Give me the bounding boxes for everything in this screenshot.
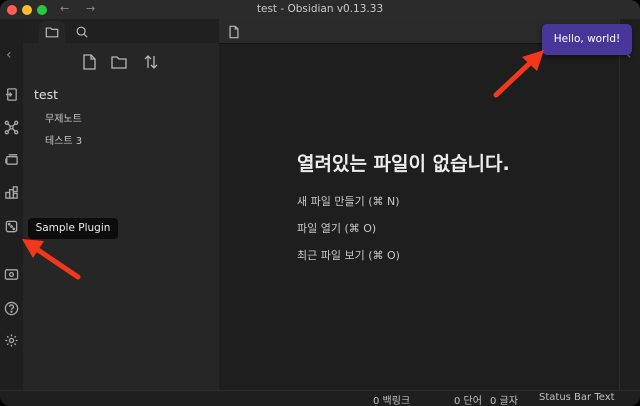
create-new-file-link[interactable]: 새 파일 만들기 (⌘ N) [297,193,400,209]
word-count: 0 단어 [454,396,482,406]
collapse-left-sidebar-icon[interactable]: ‹ [6,47,12,63]
backlinks-count[interactable]: 0 백링크 [373,392,410,406]
recent-files-link[interactable]: 최근 파일 보기 (⌘ O) [297,247,400,263]
left-sidebar: test 무제노트 테스트 3 [23,19,219,390]
open-another-vault-icon[interactable] [4,87,19,102]
sample-plugin-dice-icon[interactable] [4,219,19,234]
new-folder-icon [111,56,127,69]
notice-toast[interactable]: Hello, world! [542,24,632,55]
help-icon[interactable] [4,301,19,316]
empty-state-title: 열려있는 파일이 없습니다. [297,153,510,175]
status-bar: 0 백링크 0 단어 0 글자 Status Bar Text [0,390,640,406]
command-palette-icon[interactable] [4,267,19,282]
empty-file-tab[interactable] [227,24,241,39]
settings-icon[interactable] [4,333,19,348]
sort-icon [144,55,158,69]
character-count: 0 글자 [490,396,518,406]
ribbon-tooltip: Sample Plugin [28,218,118,239]
main-pane: 열려있는 파일이 없습니다. 새 파일 만들기 (⌘ N) 파일 열기 (⌘ O… [219,19,619,390]
file-explorer-icon [45,27,59,38]
new-note-button[interactable] [80,53,98,71]
sidebar-tab-bar [23,19,219,43]
graph-view-icon[interactable] [4,120,19,135]
file-item[interactable]: 테스트 3 [45,132,82,147]
new-folder-button[interactable] [110,53,128,71]
vault-name[interactable]: test [34,87,58,102]
right-ribbon: ‹ [619,19,640,390]
obsidian-window: ← → test - Obsidian v0.13.33 ‹ test 무제노트… [0,0,640,406]
search-icon [76,26,88,38]
left-ribbon: ‹ [0,19,24,390]
file-item[interactable]: 무제노트 [45,110,82,125]
new-note-icon [83,54,96,70]
tab-search[interactable] [69,21,95,43]
slides-icon[interactable] [4,152,19,167]
tab-file-explorer[interactable] [39,21,65,43]
plugin-status-text: Status Bar Text [539,392,615,403]
title-bar: ← → test - Obsidian v0.13.33 [0,0,640,19]
daily-notes-icon[interactable] [4,185,19,200]
window-title: test - Obsidian v0.13.33 [256,3,384,15]
open-file-link[interactable]: 파일 열기 (⌘ O) [297,220,376,236]
file-icon [229,25,239,39]
sort-button[interactable] [142,53,160,71]
